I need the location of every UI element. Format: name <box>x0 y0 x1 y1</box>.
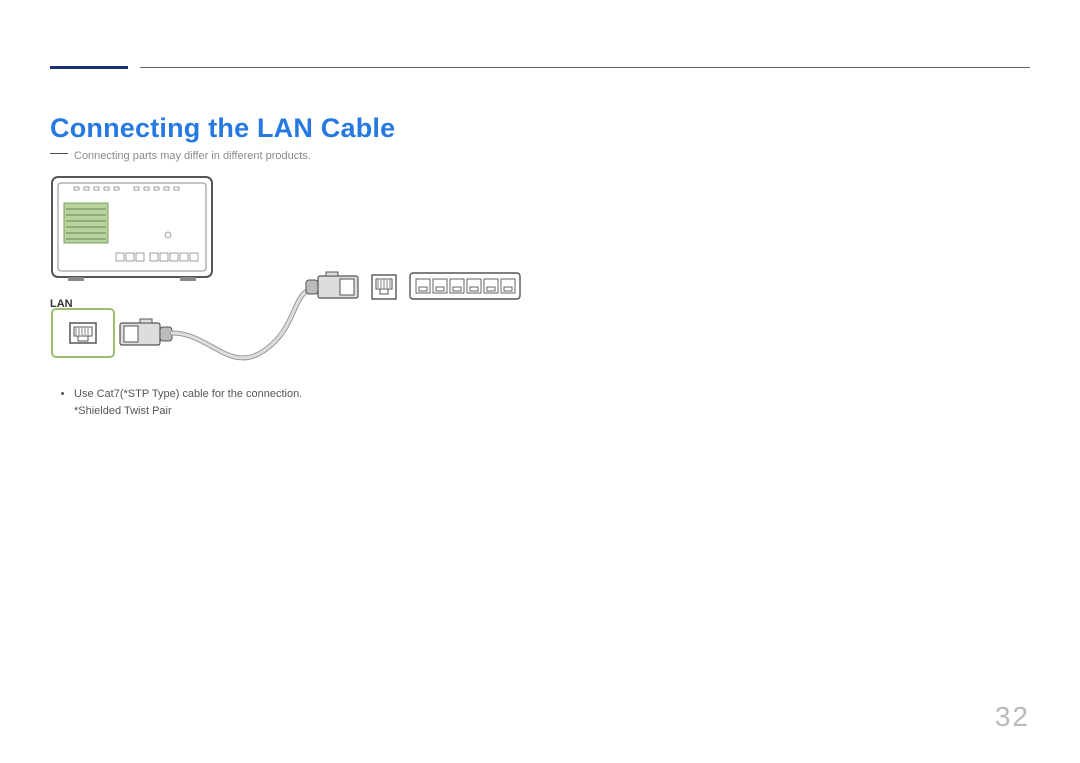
instruction-text: Use Cat7(*STP Type) cable for the connec… <box>74 388 302 400</box>
instruction-item: Use Cat7(*STP Type) cable for the connec… <box>74 386 302 420</box>
lan-port-closeup-icon <box>52 309 114 357</box>
header-rule-accent <box>50 66 128 69</box>
instruction-subtext: *Shielded Twist Pair <box>74 405 172 417</box>
page-number: 32 <box>995 701 1030 733</box>
rj45-jack-single-icon <box>372 275 396 299</box>
lan-plug-right-icon <box>306 272 358 298</box>
cable-icon <box>172 287 318 358</box>
note-leader-dash <box>50 153 68 154</box>
network-hub-icon <box>410 273 520 299</box>
lan-label: LAN <box>50 298 73 310</box>
note-body: Connecting parts may differ in different… <box>74 150 311 162</box>
header-rule <box>50 60 1030 74</box>
header-rule-line <box>140 67 1030 68</box>
section-heading: Connecting the LAN Cable <box>50 113 395 144</box>
connection-diagram <box>50 175 570 375</box>
lan-plug-left-icon <box>120 319 172 345</box>
note-text: Connecting parts may differ in different… <box>50 150 311 162</box>
instruction-list: Use Cat7(*STP Type) cable for the connec… <box>60 386 302 420</box>
device-back-panel-icon <box>52 177 212 281</box>
